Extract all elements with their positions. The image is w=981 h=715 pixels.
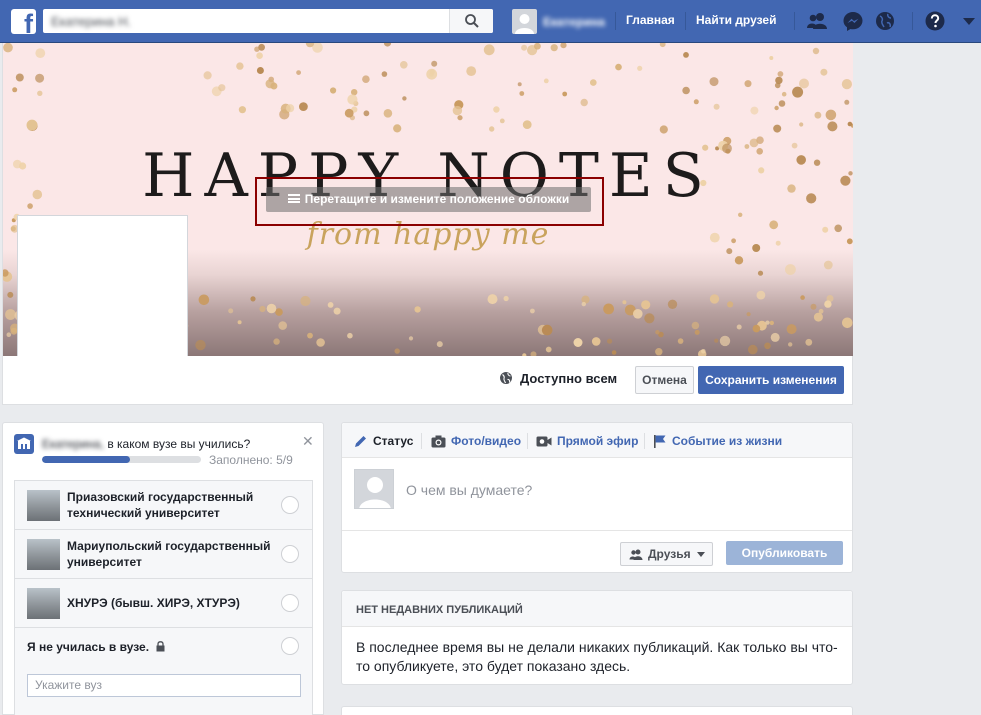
cover-actions-bar: Доступно всем Отмена Сохранить изменения: [3, 356, 853, 404]
no-school-text: Я не училась в вузе.: [27, 640, 150, 654]
avatar[interactable]: [512, 9, 537, 34]
divider: [644, 433, 645, 449]
help-icon[interactable]: [924, 10, 946, 32]
friends-icon: [629, 549, 643, 560]
profile-picture[interactable]: [17, 215, 188, 356]
lock-icon: [156, 641, 165, 652]
default-avatar-icon: [515, 14, 534, 34]
globe-icon: [500, 372, 512, 384]
recent-posts-header: НЕТ НЕДАВНИХ ПУБЛИКАЦИЙ: [342, 591, 852, 627]
pencil-icon: [355, 436, 366, 447]
friend-requests-icon[interactable]: [806, 10, 828, 32]
search-button[interactable]: [449, 9, 493, 33]
audience-label: Друзья: [648, 547, 691, 561]
account-menu-chevron-icon[interactable]: [958, 10, 980, 32]
school-thumbnail: [27, 588, 60, 619]
cover-photo[interactable]: HAPPY NOTES from happy me Перетащите и и…: [3, 43, 853, 356]
school-name: ХНУРЭ (бывш. ХИРЭ, ХТУРЭ): [67, 596, 240, 610]
school-radio[interactable]: [281, 594, 299, 612]
reposition-cover-hint[interactable]: Перетащите и измените положение обложки: [266, 187, 591, 212]
tab-life-event[interactable]: Событие из жизни: [653, 434, 782, 448]
list-item[interactable]: Мариупольский государственный университе…: [15, 530, 312, 579]
school-radio[interactable]: [281, 545, 299, 563]
divider: [912, 12, 913, 30]
default-avatar-icon: [359, 477, 391, 508]
tab-photo-video-label: Фото/видео: [451, 434, 522, 448]
status-input[interactable]: О чем вы думаете?: [406, 482, 532, 498]
close-icon[interactable]: ✕: [302, 433, 314, 450]
divider: [421, 433, 422, 449]
post-composer: Статус Фото/видео Прямой эфир Событие из…: [341, 422, 853, 573]
progress-fill: [42, 456, 131, 463]
no-school-item[interactable]: Я не училась в вузе.: [15, 628, 312, 665]
school-icon: [14, 434, 34, 454]
school-name: Приазовский государственный технический …: [67, 490, 254, 520]
recent-posts-card: НЕТ НЕДАВНИХ ПУБЛИКАЦИЙ В последнее врем…: [341, 590, 853, 685]
home-link[interactable]: Главная: [626, 13, 675, 27]
drag-handle-icon: [287, 194, 300, 204]
divider: [685, 12, 686, 30]
chevron-down-icon: [697, 552, 705, 557]
tab-status[interactable]: Статус: [354, 434, 413, 448]
save-changes-button[interactable]: Сохранить изменения: [698, 366, 844, 394]
recent-posts-message: В последнее время вы не делали никаких п…: [356, 639, 838, 674]
divider: [615, 12, 616, 30]
school-thumbnail: [27, 539, 60, 570]
school-name: Мариупольский государственный университе…: [67, 539, 271, 569]
search-input[interactable]: Екатерина Н.: [51, 14, 131, 29]
education-question: Екатерина, в каком вузе вы учились?: [42, 437, 250, 451]
publish-button[interactable]: Опубликовать: [726, 541, 843, 565]
divider: [527, 433, 528, 449]
recent-posts-title: НЕТ НЕДАВНИХ ПУБЛИКАЦИЙ: [356, 604, 523, 616]
no-school-radio[interactable]: [281, 637, 299, 655]
reposition-hint-label: Перетащите и измените положение обложки: [304, 192, 570, 206]
tab-live-video[interactable]: Прямой эфир: [536, 434, 638, 448]
school-thumbnail: [27, 490, 60, 521]
no-school-label: Я не училась в вузе.: [27, 639, 242, 655]
tab-status-label: Статус: [373, 434, 414, 448]
find-friends-link[interactable]: Найти друзей: [696, 13, 776, 27]
question-user-name: Екатерина,: [42, 437, 104, 451]
search-box[interactable]: Екатерина Н.: [43, 9, 493, 33]
flag-icon: [654, 435, 666, 448]
divider: [794, 12, 795, 30]
messenger-icon[interactable]: [842, 10, 864, 32]
tab-live-video-label: Прямой эфир: [557, 434, 639, 448]
progress-label: Заполнено: 5/9: [209, 453, 293, 467]
camera-icon: [431, 435, 446, 448]
avatar: [354, 469, 394, 509]
school-radio[interactable]: [281, 496, 299, 514]
tab-life-event-label: Событие из жизни: [672, 434, 783, 448]
audience-selector[interactable]: Друзья: [620, 542, 713, 566]
cancel-button[interactable]: Отмена: [635, 366, 694, 394]
visibility-label: Доступно всем: [520, 371, 618, 386]
tab-photo-video[interactable]: Фото/видео: [431, 434, 521, 448]
composer-tabs: Статус Фото/видео Прямой эфир Событие из…: [342, 423, 852, 458]
search-icon: [465, 14, 479, 28]
next-card: [341, 706, 853, 715]
education-prompt-card: Екатерина, в каком вузе вы учились? ✕ За…: [2, 422, 324, 715]
profile-completion-progress: [42, 456, 201, 463]
list-item[interactable]: ХНУРЭ (бывш. ХИРЭ, ХТУРЭ): [15, 579, 312, 628]
top-navigation-bar: f Екатерина Н. Екатерина Главная Найти д…: [0, 0, 981, 43]
profile-header-card: HAPPY NOTES from happy me Перетащите и и…: [2, 43, 853, 405]
list-item[interactable]: Приазовский государственный технический …: [15, 481, 312, 530]
notifications-globe-icon[interactable]: [874, 10, 896, 32]
live-video-icon: [536, 436, 552, 447]
profile-name-link[interactable]: Екатерина: [543, 15, 605, 29]
school-input[interactable]: Укажите вуз: [27, 674, 301, 697]
question-text: в каком вузе вы учились?: [103, 437, 251, 451]
composer-footer: Друзья Опубликовать: [342, 530, 852, 572]
school-suggestions-list: Приазовский государственный технический …: [14, 480, 313, 715]
facebook-logo-icon[interactable]: f: [11, 9, 36, 34]
